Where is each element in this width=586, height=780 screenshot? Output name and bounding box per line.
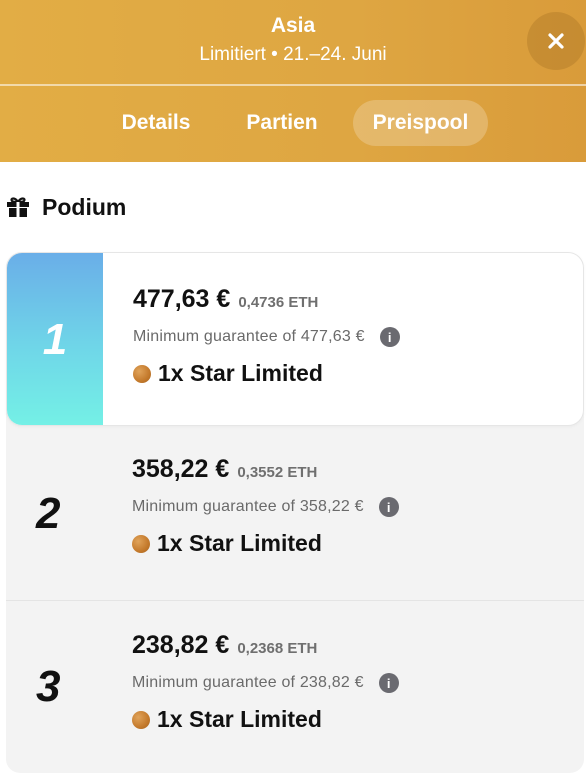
prize-amount: 358,22 €	[132, 455, 230, 483]
tournament-header: Asia Limitiert • 21.–24. Juni Details Pa…	[0, 0, 586, 162]
prize-amount: 238,82 €	[132, 631, 230, 659]
section-title: Podium	[42, 193, 127, 220]
guarantee-text: Minimum guarantee of 358,22 €	[132, 498, 364, 515]
info-icon[interactable]: i	[378, 673, 399, 693]
tournament-title: Asia	[270, 14, 316, 37]
header-divider	[0, 84, 586, 86]
coin-icon	[132, 710, 150, 729]
info-icon[interactable]: i	[379, 327, 400, 347]
tab-details[interactable]: Details	[102, 100, 210, 146]
prize-amount: 477,63 €	[133, 285, 231, 313]
rank-number: 3	[36, 662, 61, 711]
close-icon	[548, 33, 564, 49]
podium-card-second: 2 358,22 € 0,3552 ETH Minimum guarantee …	[6, 413, 584, 601]
tab-bar: Details Partien Preispool	[0, 100, 586, 146]
reward-text: 1x Star Limited	[157, 706, 322, 732]
gift-icon	[7, 197, 29, 217]
coin-icon	[133, 364, 151, 383]
prize-info: 358,22 € 0,3552 ETH Minimum guarantee of…	[132, 455, 399, 557]
coin-icon	[132, 534, 150, 553]
prize-info: 238,82 € 0,2368 ETH Minimum guarantee of…	[132, 631, 399, 733]
reward-text: 1x Star Limited	[158, 360, 323, 386]
tab-preispool[interactable]: Preispool	[353, 100, 488, 146]
podium-heading: Podium	[6, 192, 126, 222]
tournament-subtitle: Limitiert • 21.–24. Juni	[199, 44, 387, 65]
rank-number: 2	[36, 489, 61, 538]
info-icon[interactable]: i	[378, 497, 399, 517]
guarantee-text: Minimum guarantee of 238,82 €	[132, 674, 364, 691]
close-button[interactable]	[527, 12, 585, 70]
guarantee-text: Minimum guarantee of 477,63 €	[133, 328, 365, 345]
prize-eth: 0,4736 ETH	[238, 294, 319, 311]
podium-card-third: 3 238,82 € 0,2368 ETH Minimum guarantee …	[6, 601, 584, 773]
rank-number: 1	[42, 315, 68, 364]
podium-card-first: 1 477,63 € 0,4736 ETH Minimum guarantee …	[6, 252, 584, 426]
tab-partien[interactable]: Partien	[226, 100, 338, 146]
prize-eth: 0,3552 ETH	[237, 464, 318, 481]
prize-info: 477,63 € 0,4736 ETH Minimum guarantee of…	[133, 285, 400, 387]
prize-eth: 0,2368 ETH	[237, 640, 318, 657]
reward-text: 1x Star Limited	[157, 530, 322, 556]
